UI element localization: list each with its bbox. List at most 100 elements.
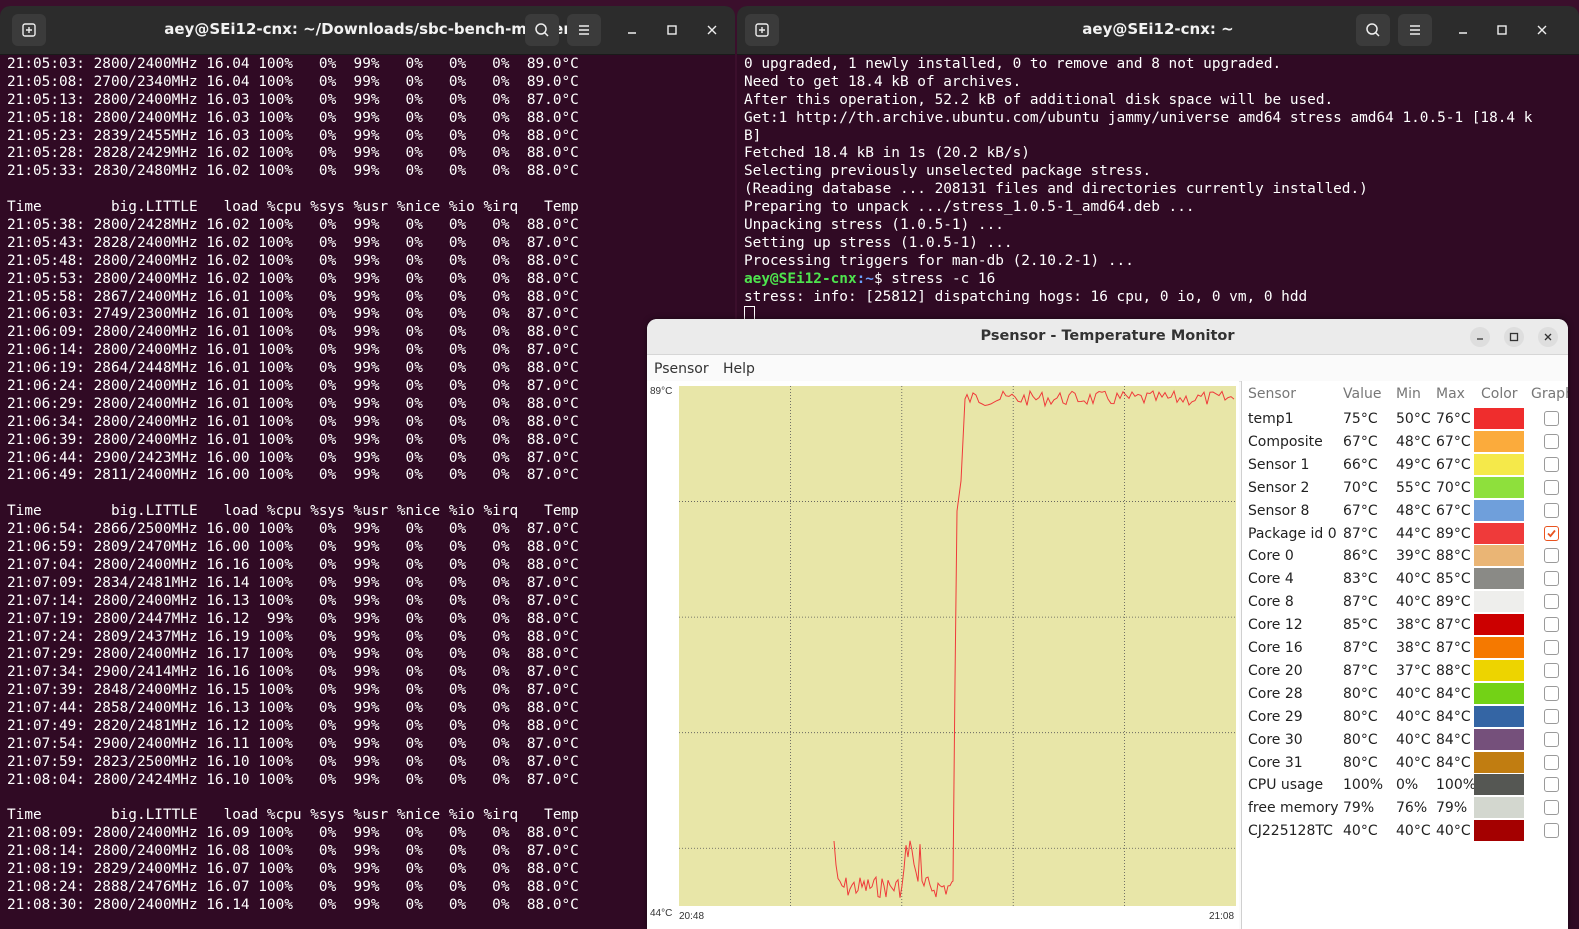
sensor-color-swatch[interactable]	[1474, 659, 1524, 681]
sensor-row[interactable]: CJ225128TC 40°C 40°C 40°C	[1242, 820, 1568, 843]
graph-checkbox[interactable]	[1544, 502, 1559, 518]
graph-checkbox[interactable]	[1544, 640, 1559, 655]
sensor-color-swatch[interactable]	[1474, 499, 1524, 521]
graph-checkbox[interactable]	[1544, 754, 1559, 770]
blank-line	[0, 181, 735, 199]
terminal-line: 21:07:59: 2823/2500MHz 16.10 100% 0% 99%…	[7, 753, 579, 770]
sensor-color-swatch[interactable]	[1474, 682, 1524, 704]
col-graph-header[interactable]: Graph	[1531, 386, 1568, 402]
sensor-row[interactable]: Core 28 80°C 40°C 84°C	[1242, 682, 1568, 706]
graph-checkbox[interactable]	[1544, 662, 1559, 678]
graph-checkbox[interactable]	[1544, 617, 1559, 633]
sensor-row[interactable]: Sensor 8 67°C 48°C 67°C	[1242, 499, 1568, 523]
maximize-button[interactable]	[662, 20, 682, 40]
menu-bar: Psensor Help	[647, 355, 1568, 382]
close-button[interactable]	[1538, 327, 1558, 347]
close-button[interactable]	[1532, 20, 1552, 40]
close-icon	[707, 25, 717, 35]
col-min-header[interactable]: Min	[1396, 386, 1421, 402]
graph-checkbox[interactable]	[1544, 479, 1559, 495]
graph-checkbox[interactable]	[1544, 548, 1559, 564]
sensor-color-swatch[interactable]	[1474, 637, 1524, 658]
sensor-row[interactable]: temp1 75°C 50°C 76°C	[1242, 408, 1568, 431]
graph-checkbox[interactable]	[1544, 571, 1559, 587]
menu-psensor[interactable]: Psensor	[654, 361, 709, 377]
col-color-header[interactable]: Color	[1481, 386, 1518, 402]
sensor-color-swatch[interactable]	[1474, 476, 1524, 498]
sensor-row[interactable]: Core 12 85°C 38°C 87°C	[1242, 614, 1568, 637]
graph-checkbox[interactable]	[1544, 731, 1559, 747]
sensor-color-swatch[interactable]	[1474, 614, 1524, 636]
graph-checkbox[interactable]	[1544, 823, 1559, 839]
sensor-color-swatch[interactable]	[1474, 545, 1524, 567]
sensor-row[interactable]: Core 31 80°C 40°C 84°C	[1242, 751, 1568, 775]
sensor-row[interactable]: Core 8 87°C 40°C 89°C	[1242, 591, 1568, 614]
sensor-max: 84°C	[1436, 685, 1471, 702]
menu-help[interactable]: Help	[723, 361, 755, 377]
sensor-max: 89°C	[1436, 525, 1471, 542]
sensor-color-swatch[interactable]	[1474, 430, 1524, 452]
graph-checkbox[interactable]	[1544, 777, 1559, 793]
terminal-output[interactable]: 0 upgraded, 1 newly installed, 0 to remo…	[737, 55, 1579, 324]
sensor-row[interactable]: Core 4 83°C 40°C 85°C	[1242, 568, 1568, 591]
sensor-color-swatch[interactable]	[1474, 820, 1524, 842]
sensor-row[interactable]: CPU usage 100% 0% 100%	[1242, 774, 1568, 797]
sensor-row[interactable]: Composite 67°C 48°C 67°C	[1242, 430, 1568, 454]
menu-button[interactable]	[1398, 14, 1432, 46]
graph-checkbox[interactable]	[1544, 456, 1559, 472]
sensor-row[interactable]: free memory 79% 76% 79%	[1242, 797, 1568, 820]
terminal-output[interactable]: 21:05:03: 2800/2400MHz 16.04 100% 0% 99%…	[0, 55, 735, 915]
sensor-name: Sensor 8	[1248, 502, 1310, 519]
terminal-titlebar: aey@SEi12-cnx: ~	[737, 6, 1579, 55]
terminal-window-left[interactable]: aey@SEi12-cnx: ~/Downloads/sbc-bench-mas…	[0, 6, 735, 929]
sensor-value: 87°C	[1343, 525, 1378, 542]
col-sensor-header[interactable]: Sensor	[1248, 386, 1296, 402]
terminal-line: 21:05:03: 2800/2400MHz 16.04 100% 0% 99%…	[7, 56, 579, 72]
maximize-button[interactable]	[1504, 327, 1524, 347]
col-value-header[interactable]: Value	[1343, 386, 1381, 402]
sensor-row[interactable]: Core 20 87°C 37°C 88°C	[1242, 659, 1568, 683]
search-button[interactable]	[1356, 14, 1390, 46]
graph-checkbox[interactable]	[1544, 708, 1559, 724]
graph-checkbox[interactable]	[1544, 433, 1559, 449]
graph-checkbox[interactable]	[1544, 685, 1559, 701]
terminal-line: Setting up stress (1.0.5-1) ...	[744, 234, 1013, 251]
sensor-row[interactable]: Core 29 80°C 40°C 84°C	[1242, 705, 1568, 729]
hamburger-icon	[579, 25, 589, 35]
menu-button[interactable]	[567, 14, 601, 46]
sensor-color-swatch[interactable]	[1474, 705, 1524, 727]
terminal-line: Selecting previously unselected package …	[744, 163, 1152, 180]
sensor-row[interactable]: Core 0 86°C 39°C 88°C	[1242, 545, 1568, 568]
minimize-button[interactable]	[622, 20, 642, 40]
col-max-header[interactable]: Max	[1436, 386, 1465, 402]
close-button[interactable]	[702, 20, 722, 40]
sensor-row[interactable]: Core 16 87°C 38°C 87°C	[1242, 637, 1568, 660]
graph-checkbox[interactable]	[1544, 411, 1559, 426]
sensor-color-swatch[interactable]	[1474, 453, 1524, 475]
minimize-button[interactable]	[1453, 20, 1473, 40]
sensor-color-swatch[interactable]	[1474, 408, 1524, 429]
sensor-name: free memory	[1248, 800, 1339, 817]
sensor-color-swatch[interactable]	[1474, 522, 1524, 544]
graph-checkbox[interactable]	[1544, 594, 1559, 610]
sensor-name: Core 29	[1248, 708, 1303, 725]
terminal-line: Time big.LITTLE load %cpu %sys %usr %nic…	[7, 503, 579, 520]
sensor-color-swatch[interactable]	[1474, 568, 1524, 590]
sensor-color-swatch[interactable]	[1474, 728, 1524, 750]
sensor-row[interactable]: Package id 0 87°C 44°C 89°C	[1242, 522, 1568, 546]
maximize-icon	[1509, 332, 1519, 342]
sensor-row[interactable]: Core 30 80°C 40°C 84°C	[1242, 728, 1568, 752]
search-button[interactable]	[525, 14, 559, 46]
sensor-row[interactable]: Sensor 2 70°C 55°C 70°C	[1242, 476, 1568, 500]
minimize-button[interactable]	[1470, 327, 1490, 347]
sensor-color-swatch[interactable]	[1474, 591, 1524, 613]
sensor-color-swatch[interactable]	[1474, 797, 1524, 819]
sensor-color-swatch[interactable]	[1474, 751, 1524, 773]
maximize-button[interactable]	[1492, 20, 1512, 40]
sensor-row[interactable]: Sensor 1 66°C 49°C 67°C	[1242, 453, 1568, 477]
psensor-window[interactable]: Psensor - Temperature Monitor Psensor He…	[647, 319, 1568, 929]
sensor-color-swatch[interactable]	[1474, 774, 1524, 796]
graph-checkbox[interactable]	[1544, 800, 1559, 816]
minimize-icon	[1477, 338, 1483, 340]
graph-checkbox[interactable]	[1544, 525, 1559, 541]
